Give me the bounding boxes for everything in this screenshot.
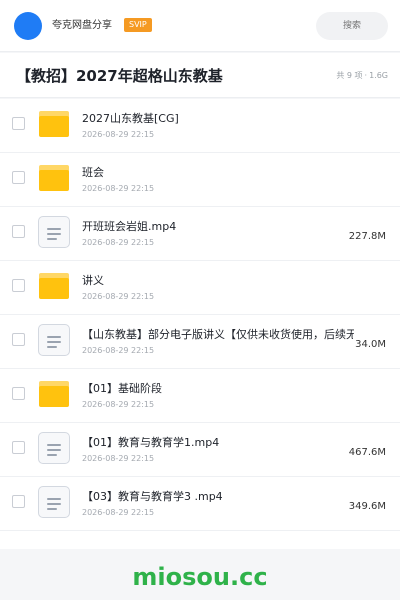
file-size: 34.0M	[353, 338, 386, 352]
file-date: 2026-08-29 22:15	[82, 508, 155, 517]
share-title-bar: 【教招】2027年超格山东教基 共 9 项 · 1.6G	[0, 53, 400, 98]
row-checkbox[interactable]	[12, 441, 25, 454]
total-size: 1.6G	[369, 71, 388, 80]
avatar[interactable]	[14, 12, 42, 40]
folder-icon	[38, 108, 70, 140]
file-row[interactable]: 开班班会岩姐.mp4 2026-08-29 22:15 227.8M	[0, 207, 400, 261]
file-name[interactable]: 2027山东教基[CG]	[82, 111, 354, 127]
file-icon	[38, 486, 70, 518]
file-date: 2026-08-29 22:15	[82, 454, 155, 463]
file-shape	[38, 216, 70, 248]
file-name[interactable]: 讲义	[82, 273, 354, 289]
file-date: 2026-08-29 22:15	[82, 130, 155, 139]
row-checkbox[interactable]	[12, 225, 25, 238]
item-count: 共 9 项	[336, 71, 363, 80]
top-header: 夸克网盘分享 SVIP	[0, 0, 400, 52]
file-name[interactable]: 【山东教基】部分电子版讲义【仅供未收货使用，后续无	[82, 327, 354, 343]
file-date: 2026-08-29 22:15	[82, 238, 155, 247]
file-size: 227.8M	[346, 230, 386, 244]
share-meta: 共 9 项 · 1.6G	[336, 70, 388, 82]
file-size: 467.6M	[346, 446, 386, 460]
share-page: 夸克网盘分享 SVIP 【教招】2027年超格山东教基 共 9 项·1.6G 2…	[0, 0, 400, 600]
folder-icon	[38, 270, 70, 302]
folder-icon	[38, 378, 70, 410]
folder-row[interactable]: 2027山东教基[CG] 2026-08-29 22:15	[0, 99, 400, 153]
folder-shape	[39, 273, 69, 299]
folder-icon	[38, 162, 70, 194]
file-name[interactable]: 【01】基础阶段	[82, 381, 354, 397]
brand-name: 夸克网盘分享	[52, 20, 112, 31]
file-date: 2026-08-29 22:15	[82, 292, 155, 301]
watermark-text: miosou.cc	[132, 563, 268, 591]
file-shape	[38, 486, 70, 518]
file-shape	[38, 324, 70, 356]
file-name[interactable]: 班会	[82, 165, 354, 181]
row-checkbox[interactable]	[12, 387, 25, 400]
row-checkbox[interactable]	[12, 117, 25, 130]
share-title: 【教招】2027年超格山东教基	[16, 67, 223, 85]
folder-shape	[39, 111, 69, 137]
folder-row[interactable]: 班会 2026-08-29 22:15	[0, 153, 400, 207]
file-shape	[38, 432, 70, 464]
file-name[interactable]: 开班班会岩姐.mp4	[82, 219, 354, 235]
file-row[interactable]: 【03】教育与教育学3 .mp4 2026-08-29 22:15 349.6M	[0, 477, 400, 531]
meta-separator: ·	[364, 71, 368, 80]
file-size: 349.6M	[346, 500, 386, 514]
folder-shape	[39, 165, 69, 191]
file-row[interactable]: 【山东教基】部分电子版讲义【仅供未收货使用，后续无 2026-08-29 22:1…	[0, 315, 400, 369]
folder-row[interactable]: 【01】基础阶段 2026-08-29 22:15	[0, 369, 400, 423]
file-list: 2027山东教基[CG] 2026-08-29 22:15 班会 2026-08-29…	[0, 99, 400, 549]
row-checkbox[interactable]	[12, 333, 25, 346]
file-icon	[38, 432, 70, 464]
row-checkbox[interactable]	[12, 171, 25, 184]
row-checkbox[interactable]	[12, 279, 25, 292]
file-date: 2026-08-29 22:15	[82, 184, 155, 193]
folder-shape	[39, 381, 69, 407]
file-icon	[38, 216, 70, 248]
file-name[interactable]: 【03】教育与教育学3 .mp4	[82, 489, 354, 505]
row-checkbox[interactable]	[12, 495, 25, 508]
file-name[interactable]: 【01】教育与教育学1.mp4	[82, 435, 354, 451]
file-row[interactable]: 【01】教育与教育学1.mp4 2026-08-29 22:15 467.6M	[0, 423, 400, 477]
file-icon	[38, 324, 70, 356]
svip-badge: SVIP	[124, 18, 152, 32]
search-input[interactable]	[316, 12, 388, 40]
file-date: 2026-08-29 22:15	[82, 400, 155, 409]
folder-row[interactable]: 讲义 2026-08-29 22:15	[0, 261, 400, 315]
file-date: 2026-08-29 22:15	[82, 346, 155, 355]
